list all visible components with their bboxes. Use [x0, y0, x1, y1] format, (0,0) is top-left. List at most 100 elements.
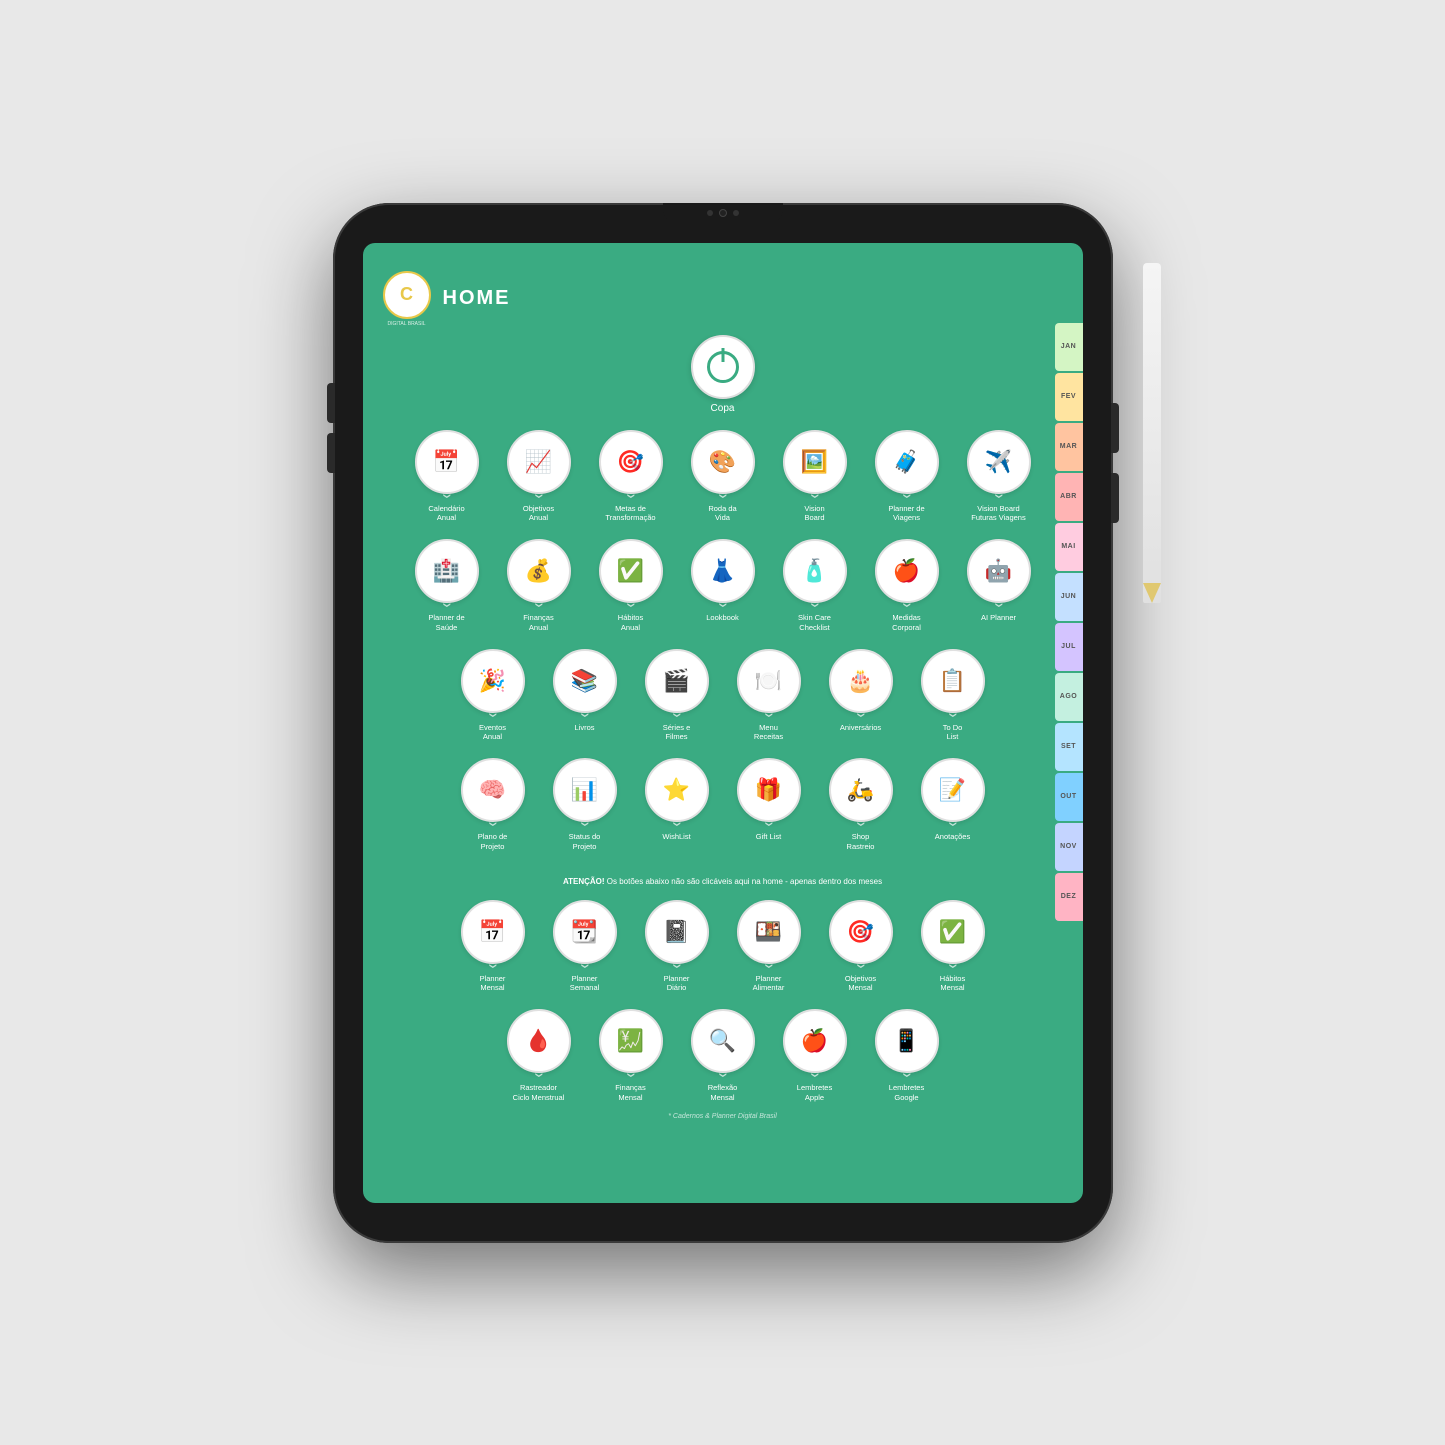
objetivos-anual-button[interactable]: 📈 [507, 430, 571, 494]
ai-planner-label: AI Planner [981, 613, 1016, 623]
logo-circle: C [383, 271, 431, 319]
skincare-label: Skin CareChecklist [798, 613, 831, 633]
tab-nov[interactable]: NOV [1055, 823, 1083, 871]
planner-saude-label: Planner deSaúde [428, 613, 464, 633]
todo-list-label: To DoList [943, 723, 963, 743]
tab-out[interactable]: OUT [1055, 773, 1083, 821]
tab-abr[interactable]: ABR [1055, 473, 1083, 521]
planner-saude-button[interactable]: 🏥 [415, 539, 479, 603]
status-projeto-button[interactable]: 📊 [553, 758, 617, 822]
tab-jul[interactable]: JUL [1055, 623, 1083, 671]
camera-lens [719, 209, 727, 217]
tab-ago[interactable]: AGO [1055, 673, 1083, 721]
ipad-device: JANFEVMARABRMAIJUNJULAGOSETOUTNOVDEZ C D… [333, 203, 1113, 1243]
gift-list-label: Gift List [756, 832, 781, 842]
list-item: 🏥 Planner deSaúde [406, 539, 488, 633]
list-item: 📓 PlannerDiário [636, 900, 718, 994]
list-item: 🤖 AI Planner [958, 539, 1040, 633]
attention-bold: ATENÇÃO! [563, 877, 605, 886]
ai-planner-button[interactable]: 🤖 [967, 539, 1031, 603]
vision-board-label: VisionBoard [804, 504, 824, 524]
list-item: 📅 CalendárioAnual [406, 430, 488, 524]
list-item: 🧳 Planner deViagens [866, 430, 948, 524]
plano-projeto-label: Plano deProjeto [478, 832, 508, 852]
list-item: 📊 Status doProjeto [544, 758, 626, 852]
menu-receitas-button[interactable]: 🍽️ [737, 649, 801, 713]
gift-list-button[interactable]: 🎁 [737, 758, 801, 822]
shop-rastreio-label: ShopRastreio [847, 832, 875, 852]
footer-text: * Cadernos & Planner Digital Brasil [383, 1113, 1063, 1120]
tab-fev[interactable]: FEV [1055, 373, 1083, 421]
wishlist-button[interactable]: ⭐ [645, 758, 709, 822]
planner-diario-label: PlannerDiário [664, 974, 690, 994]
list-item: 💹 FinançasMensal [590, 1009, 672, 1103]
eventos-anual-label: EventosAnual [479, 723, 506, 743]
financas-anual-button[interactable]: 💰 [507, 539, 571, 603]
objetivos-mensal-label: ObjetivosMensal [845, 974, 876, 994]
todo-list-button[interactable]: 📋 [921, 649, 985, 713]
livros-button[interactable]: 📚 [553, 649, 617, 713]
page-title: HOME [443, 287, 511, 310]
plano-projeto-button[interactable]: 🧠 [461, 758, 525, 822]
row-3: 🎉 EventosAnual 📚 Livros 🎬 Séries eFilmes… [383, 649, 1063, 743]
objetivos-anual-label: ObjetivosAnual [523, 504, 554, 524]
lembretes-apple-button: 🍎 [783, 1009, 847, 1073]
list-item: 📚 Livros [544, 649, 626, 743]
list-item: 🛵 ShopRastreio [820, 758, 902, 852]
lembretes-google-button: 📱 [875, 1009, 939, 1073]
tab-jun[interactable]: JUN [1055, 573, 1083, 621]
list-item: ✈️ Vision BoardFuturas Viagens [958, 430, 1040, 524]
calendario-anual-button[interactable]: 📅 [415, 430, 479, 494]
list-item: 🔍 ReflexãoMensal [682, 1009, 764, 1103]
row-6: 🩸 RastreadorCiclo Menstrual 💹 FinançasMe… [383, 1009, 1063, 1103]
copa-label: Copa [711, 403, 735, 414]
brand-text: DIGITAL BRASIL [387, 321, 425, 327]
planner-mensal-label: PlannerMensal [480, 974, 506, 994]
reflexao-mensal-label: ReflexãoMensal [708, 1083, 738, 1103]
volume-down-button [327, 433, 335, 473]
eventos-anual-button[interactable]: 🎉 [461, 649, 525, 713]
main-content: Copa 📅 CalendárioAnual 📈 ObjetivosAnual … [363, 335, 1083, 1203]
tab-jan[interactable]: JAN [1055, 323, 1083, 371]
list-item: 💰 FinançasAnual [498, 539, 580, 633]
planner-alimentar-label: PlannerAlimentar [753, 974, 785, 994]
tab-dez[interactable]: DEZ [1055, 873, 1083, 921]
list-item: 📝 Anotações [912, 758, 994, 852]
roda-vida-button[interactable]: 🎨 [691, 430, 755, 494]
lookbook-label: Lookbook [706, 613, 739, 623]
status-projeto-label: Status doProjeto [569, 832, 601, 852]
series-filmes-button[interactable]: 🎬 [645, 649, 709, 713]
list-item: 🍽️ MenuReceitas [728, 649, 810, 743]
lookbook-button[interactable]: 👗 [691, 539, 755, 603]
metas-transformacao-button[interactable]: 🎯 [599, 430, 663, 494]
tab-set[interactable]: SET [1055, 723, 1083, 771]
aniversarios-button[interactable]: 🎂 [829, 649, 893, 713]
planner-diario-button: 📓 [645, 900, 709, 964]
tab-mar[interactable]: MAR [1055, 423, 1083, 471]
list-item: 🍱 PlannerAlimentar [728, 900, 810, 994]
list-item: 🍎 MedidasCorporal [866, 539, 948, 633]
lembretes-apple-label: LembretesApple [797, 1083, 832, 1103]
copa-button[interactable] [691, 335, 755, 399]
list-item: 📅 PlannerMensal [452, 900, 534, 994]
vision-board-futuras-button[interactable]: ✈️ [967, 430, 1031, 494]
anotacoes-button[interactable]: 📝 [921, 758, 985, 822]
planner-viagens-button[interactable]: 🧳 [875, 430, 939, 494]
list-item: 🎯 ObjetivosMensal [820, 900, 902, 994]
skincare-button[interactable]: 🧴 [783, 539, 847, 603]
wishlist-label: WishList [662, 832, 690, 842]
list-item: 👗 Lookbook [682, 539, 764, 633]
planner-semanal-button: 📆 [553, 900, 617, 964]
habitos-anual-button[interactable]: ✅ [599, 539, 663, 603]
shop-rastreio-button[interactable]: 🛵 [829, 758, 893, 822]
planner-alimentar-button: 🍱 [737, 900, 801, 964]
vision-board-button[interactable]: 🖼️ [783, 430, 847, 494]
aniversarios-label: Aniversários [840, 723, 881, 733]
medidas-corporais-button[interactable]: 🍎 [875, 539, 939, 603]
tab-mai[interactable]: MAI [1055, 523, 1083, 571]
list-item: 🧴 Skin CareChecklist [774, 539, 856, 633]
list-item: ✅ HábitosMensal [912, 900, 994, 994]
list-item: 🍎 LembretesApple [774, 1009, 856, 1103]
habitos-mensal-label: HábitosMensal [940, 974, 965, 994]
row-1: 📅 CalendárioAnual 📈 ObjetivosAnual 🎯 Met… [383, 430, 1063, 524]
